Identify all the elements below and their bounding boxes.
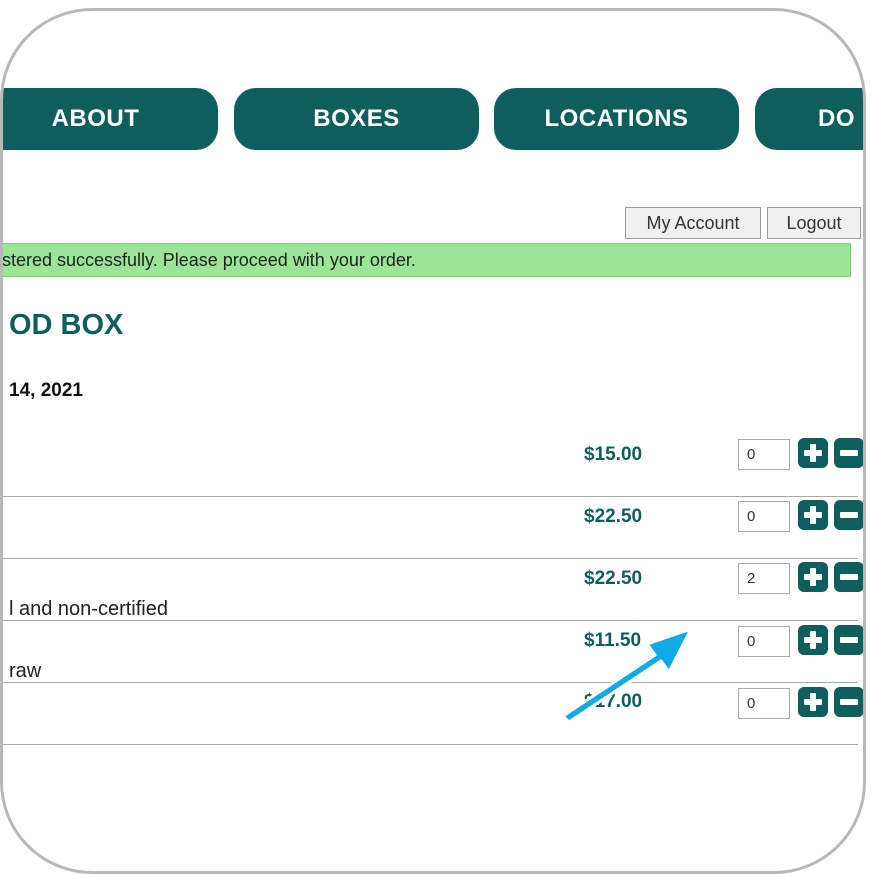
item-description: raw [9,660,42,682]
logout-button[interactable]: Logout [767,207,861,239]
minus-icon [840,574,858,580]
row-divider [3,682,858,683]
quantity-input[interactable]: 0 [738,439,790,470]
item-description: l and non-certified [9,598,168,620]
zoom-frame: ABOUT BOXES LOCATIONS DO My Account Logo… [0,8,866,874]
nav-do[interactable]: DO [755,88,863,150]
plus-icon-vertical [810,568,816,586]
plus-icon-vertical [810,693,816,711]
minus-button[interactable] [834,500,863,530]
minus-button[interactable] [834,562,863,592]
row-divider [3,558,858,559]
quantity-input[interactable]: 0 [738,688,790,719]
nav-about-label: ABOUT [51,105,140,132]
minus-icon [840,637,858,643]
plus-button[interactable] [798,438,828,468]
my-account-button[interactable]: My Account [625,207,761,239]
row-divider [3,496,858,497]
minus-icon [840,512,858,518]
minus-button[interactable] [834,625,863,655]
plus-button[interactable] [798,625,828,655]
plus-icon-vertical [810,631,816,649]
nav-boxes[interactable]: BOXES [234,88,479,150]
page-title: OD BOX [9,309,124,341]
item-price: $22.50 [584,506,643,527]
item-price: $22.50 [584,568,643,589]
item-price: $15.00 [584,444,643,465]
nav-locations-label: LOCATIONS [544,105,689,132]
my-account-label: My Account [646,212,740,233]
success-notice-text: stered successfully. Please proceed with… [3,249,416,270]
delivery-date: 14, 2021 [9,380,83,401]
row-divider [3,744,858,745]
minus-button[interactable] [834,438,863,468]
minus-button[interactable] [834,687,863,717]
quantity-input[interactable]: 2 [738,563,790,594]
pointer-arrow-icon [561,627,693,724]
plus-button[interactable] [798,500,828,530]
quantity-input[interactable]: 0 [738,501,790,532]
nav-about[interactable]: ABOUT [3,88,218,150]
nav-do-label: DO [818,105,855,132]
nav-locations[interactable]: LOCATIONS [494,88,739,150]
minus-icon [840,699,858,705]
quantity-input[interactable]: 0 [738,626,790,657]
success-notice: stered successfully. Please proceed with… [3,243,851,277]
nav-boxes-label: BOXES [313,105,400,132]
plus-button[interactable] [798,562,828,592]
plus-button[interactable] [798,687,828,717]
plus-icon-vertical [810,506,816,524]
row-divider [3,620,858,621]
page-viewport: ABOUT BOXES LOCATIONS DO My Account Logo… [3,11,863,871]
minus-icon [840,450,858,456]
plus-icon-vertical [810,444,816,462]
logout-label: Logout [786,212,842,233]
